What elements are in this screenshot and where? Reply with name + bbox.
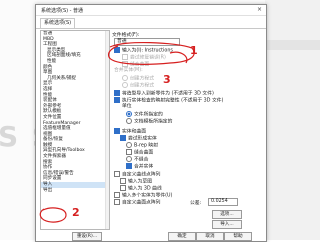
annotation-number-3: 3: [163, 73, 171, 86]
format-label: 文件格式(F):: [112, 33, 140, 38]
options-button[interactable]: 选项...: [212, 210, 242, 219]
section-solids-surfaces[interactable]: 实体和曲面: [114, 127, 146, 135]
radio-unit-file[interactable]: 文件所指定的: [126, 110, 163, 118]
checkbox-box: [120, 177, 126, 184]
radio-merge-2[interactable]: 创建方程式: [122, 81, 154, 89]
radio-circle: [126, 155, 132, 162]
dialog-titlebar: 系统选项(S) - 普通 ×: [36, 5, 266, 16]
annotation-number-2: 2: [72, 206, 80, 219]
sidebar-item[interactable]: 导出: [41, 188, 109, 194]
checkbox-custom-surface-pattern[interactable]: 自定义曲面点阵列: [114, 198, 160, 206]
tab-system-options[interactable]: 系统选项(S): [40, 18, 76, 28]
checkbox-entity-check[interactable]: 执行实体检查的映射完整性 (不适用于 3D 文件): [114, 96, 223, 104]
checkbox-knit[interactable]: 缝合曲面: [126, 148, 153, 156]
checkbox-import-to-new-part[interactable]: 将造型导入到新零件为 (不适用于 3D 文件): [114, 89, 214, 97]
tolerance-label: 公差:: [190, 201, 202, 206]
radio-no-knit[interactable]: 不缝合: [126, 155, 148, 163]
background-app-area: [265, 0, 320, 240]
checkbox-custom-curve-pattern[interactable]: 自定义曲线点阵列: [114, 170, 160, 178]
radio-circle: [126, 117, 132, 124]
checkbox-import-as-sketch[interactable]: 输入为草图: [120, 177, 152, 185]
checkbox-box: [114, 127, 120, 134]
dialog-title: 系统选项(S) - 普通: [41, 8, 84, 14]
radio-merge-1[interactable]: 创建方程式: [122, 74, 154, 82]
checkbox-knit-surfaces[interactable]: 缝合曲面: [122, 60, 149, 68]
merge-label: 合并实体(M):: [114, 68, 143, 73]
checkbox-box: [114, 46, 120, 53]
checkbox-try-form-solid[interactable]: 尝试形成实体: [120, 134, 157, 142]
checkbox-box: [114, 89, 120, 96]
tree-scrollbar[interactable]: [105, 31, 109, 229]
format-input[interactable]: 普通: [114, 38, 180, 46]
radio-circle: [126, 141, 132, 148]
checkbox-box: [114, 198, 120, 205]
options-tree[interactable]: 普通 MBD 工程图 显示类型 区域剖面线/填充 性能 颜色 草图 几何关系/捕捉 显示 选择 性能装…: [40, 30, 110, 230]
checkbox-box: [120, 184, 126, 191]
checkbox-import-multibody-as-parts[interactable]: 输入多个实体为零件(U): [114, 191, 172, 199]
checkbox-box: [126, 162, 132, 169]
checkbox-box: [126, 148, 132, 155]
annotation-number-1: 1: [190, 44, 198, 57]
checkbox-box: [114, 96, 120, 103]
unit-label: 单位: [122, 104, 132, 109]
import-button[interactable]: 导入...: [212, 220, 242, 229]
checkbox-input-as[interactable]: 输入为(I): Instructions: [114, 46, 173, 54]
checkbox-import-as-3d-curve[interactable]: 输入为 3D 曲线: [120, 184, 162, 192]
radio-unit-template[interactable]: 文档模板所指定的: [126, 117, 172, 125]
background-strip: [265, 40, 320, 50]
checkbox-box: [122, 53, 128, 60]
close-icon[interactable]: ×: [257, 6, 262, 13]
checkbox-merge-entities[interactable]: 合并实体: [126, 162, 153, 170]
checkbox-box: [122, 60, 128, 67]
system-options-dialog: 系统选项(S) - 普通 × 系统选项(S) 普通 MBD 工程图 显示类型 区域剖面线…: [35, 4, 267, 242]
checkbox-box: [120, 134, 126, 141]
radio-circle: [122, 74, 128, 81]
radio-brep-mapping[interactable]: B-rep 映射: [126, 141, 158, 149]
checkbox-box: [114, 170, 120, 177]
checkbox-repair-errors[interactable]: 尝试修复错误(R): [122, 53, 166, 61]
checkbox-box: [114, 191, 120, 198]
options-panel: 文件格式(F): 普通 输入为(I): Instructions 尝试修复错误(…: [112, 30, 262, 229]
radio-circle: [122, 81, 128, 88]
tolerance-input[interactable]: 0.0254: [208, 198, 238, 206]
tab-row: 系统选项(S): [36, 16, 266, 29]
radio-circle: [126, 110, 132, 117]
